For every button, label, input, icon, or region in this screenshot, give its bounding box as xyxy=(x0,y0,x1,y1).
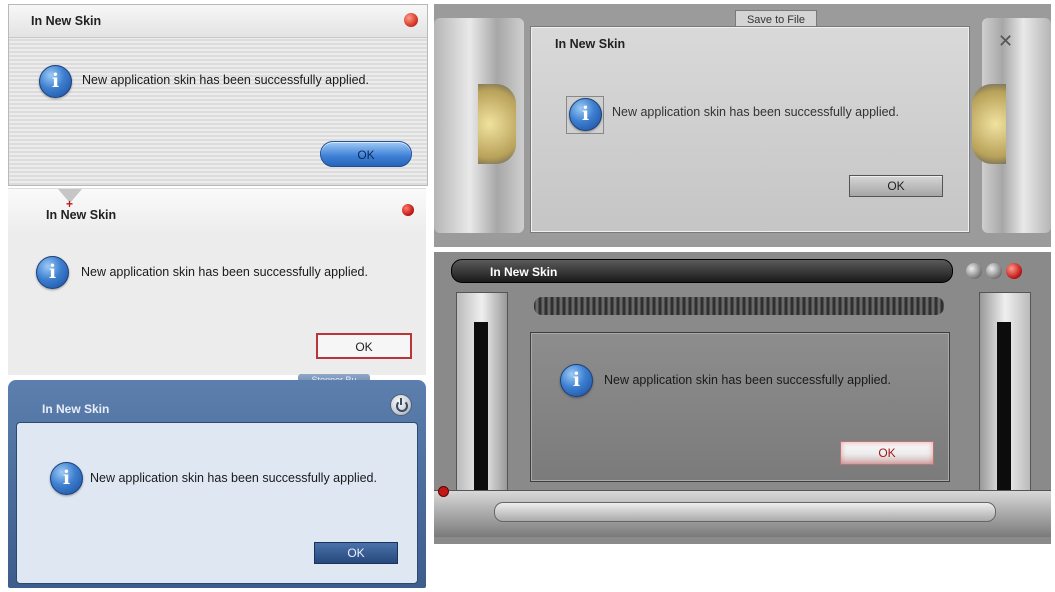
top-spring xyxy=(534,297,944,315)
dialog-message: New application skin has been successful… xyxy=(82,73,369,87)
dialog-message: New application skin has been successful… xyxy=(612,105,899,119)
close-icon[interactable] xyxy=(1006,263,1022,279)
ok-button[interactable]: OK xyxy=(320,141,412,167)
dialog-metal-frame: Save to File In New Skin ✕ i New applica… xyxy=(434,4,1051,247)
info-icon: i xyxy=(560,364,593,397)
dialog-message: New application skin has been successful… xyxy=(604,373,891,387)
ok-button[interactable]: OK xyxy=(840,441,934,465)
dialog-blue: In New Skin i New application skin has b… xyxy=(8,380,426,588)
dialog-title: In New Skin xyxy=(490,265,558,279)
dialog-plain-white: + In New Skin i New application skin has… xyxy=(8,188,426,375)
window-control-icon[interactable] xyxy=(966,263,982,279)
window-control-icon[interactable] xyxy=(986,263,1002,279)
dialog-message: New application skin has been successful… xyxy=(81,265,368,279)
close-icon[interactable] xyxy=(404,13,418,27)
dialog-title: In New Skin xyxy=(46,208,117,222)
dialog-lined-gray: In New Skin i New application skin has b… xyxy=(8,4,428,186)
left-clamp xyxy=(478,84,516,164)
ok-button[interactable]: OK xyxy=(316,333,412,359)
dialog-title: In New Skin xyxy=(42,402,110,416)
close-icon[interactable]: ✕ xyxy=(998,32,1013,50)
left-pillar-slot xyxy=(474,322,488,492)
info-icon: i xyxy=(569,98,602,131)
ok-button[interactable]: OK xyxy=(849,175,943,197)
ok-button[interactable]: OK xyxy=(314,542,398,564)
info-icon: i xyxy=(50,462,83,495)
rail-bar xyxy=(494,502,996,522)
right-pillar-slot xyxy=(997,322,1011,492)
indicator-light xyxy=(438,486,449,497)
dialog-message: New application skin has been successful… xyxy=(90,471,377,485)
right-clamp xyxy=(972,84,1006,164)
dialog-mechanical: In New Skin i New application skin has b… xyxy=(434,252,1051,544)
dialog-title: In New Skin xyxy=(555,37,626,51)
info-icon: i xyxy=(39,65,72,98)
close-icon[interactable] xyxy=(402,204,414,216)
dialog-title: In New Skin xyxy=(31,14,102,28)
info-icon: i xyxy=(36,256,69,289)
power-icon[interactable] xyxy=(390,394,412,416)
